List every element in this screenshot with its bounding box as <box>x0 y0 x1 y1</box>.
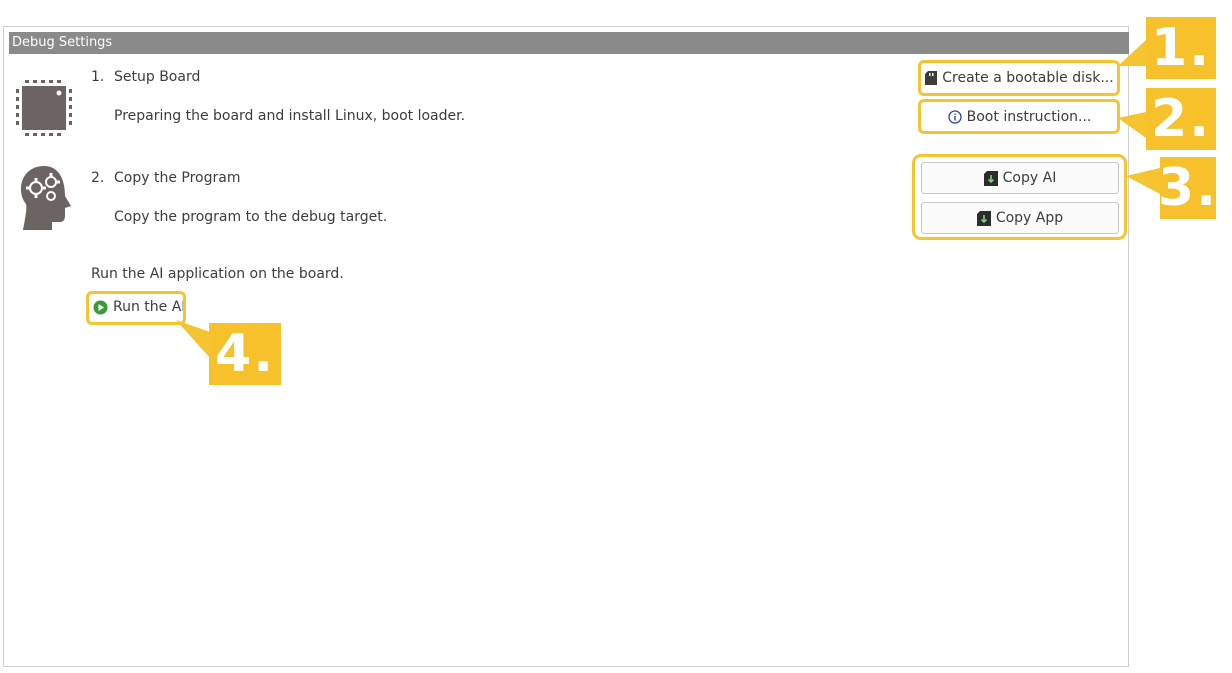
callout-badge-1: 1. <box>1146 17 1216 79</box>
callout-badge-4: 4. <box>209 323 281 385</box>
step1-title: Setup Board <box>114 69 201 85</box>
run-description: Run the AI application on the board. <box>91 266 344 282</box>
callout-badge-3: 3. <box>1158 157 1218 219</box>
step2-number: 2. <box>91 170 105 186</box>
step1-number: 1. <box>91 69 105 85</box>
highlight-create-disk <box>918 60 1120 96</box>
step2-description: Copy the program to the debug target. <box>114 209 388 225</box>
head-gears-icon <box>21 166 71 230</box>
step1-description: Preparing the board and install Linux, b… <box>114 108 466 124</box>
highlight-run-ai <box>86 291 186 325</box>
callout-badge-2: 2. <box>1146 88 1216 150</box>
highlight-copy-buttons <box>912 154 1127 240</box>
panel-title: Debug Settings <box>9 32 1129 54</box>
chip-icon <box>16 80 72 136</box>
highlight-boot-instruction <box>918 99 1120 134</box>
step2-title: Copy the Program <box>114 170 241 186</box>
